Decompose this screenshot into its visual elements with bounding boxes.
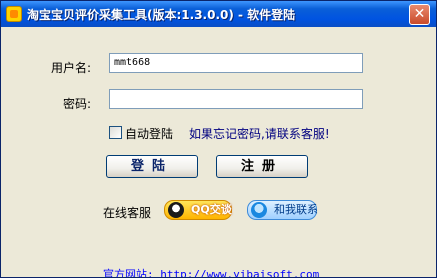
qq-talk-label: QQ交谈 bbox=[191, 203, 232, 216]
register-button[interactable]: 注册 bbox=[216, 155, 308, 178]
window-title: 淘宝宝贝评价采集工具(版本:1.3.0.0) - 软件登陆 bbox=[27, 8, 296, 22]
qq-penguin-icon bbox=[168, 202, 184, 218]
qq-contact-icon bbox=[251, 202, 267, 218]
username-field[interactable]: mmt668 bbox=[109, 53, 363, 73]
client-area: 用户名: mmt668 密码: 自动登陆 如果忘记密码,请联系客服! 登陆 注册… bbox=[1, 27, 436, 277]
title-bar[interactable]: 淘宝宝贝评价采集工具(版本:1.3.0.0) - 软件登陆 ✕ bbox=[1, 1, 436, 27]
official-site-label: 官方网站: bbox=[103, 268, 154, 278]
auto-login-checkbox[interactable] bbox=[109, 126, 122, 139]
contact-me-button[interactable]: 和我联系 bbox=[247, 200, 318, 220]
username-label: 用户名: bbox=[51, 61, 92, 75]
close-button[interactable]: ✕ bbox=[409, 4, 430, 25]
password-field[interactable] bbox=[109, 89, 363, 109]
qq-talk-button[interactable]: QQ交谈 bbox=[164, 200, 232, 220]
auto-login-label[interactable]: 自动登陆 bbox=[125, 125, 173, 142]
contact-me-label: 和我联系 bbox=[274, 203, 318, 216]
password-label: 密码: bbox=[63, 97, 92, 111]
official-site-url: http://www.yibaisoft.com bbox=[160, 268, 320, 278]
online-support-label: 在线客服 bbox=[103, 206, 152, 220]
forgot-password-hint: 如果忘记密码,请联系客服! bbox=[189, 127, 330, 141]
login-button[interactable]: 登陆 bbox=[106, 155, 198, 178]
app-icon bbox=[6, 6, 22, 22]
official-site-link[interactable]: 官方网站: http://www.yibaisoft.com bbox=[103, 266, 320, 278]
login-window: 淘宝宝贝评价采集工具(版本:1.3.0.0) - 软件登陆 ✕ 用户名: mmt… bbox=[0, 0, 437, 278]
